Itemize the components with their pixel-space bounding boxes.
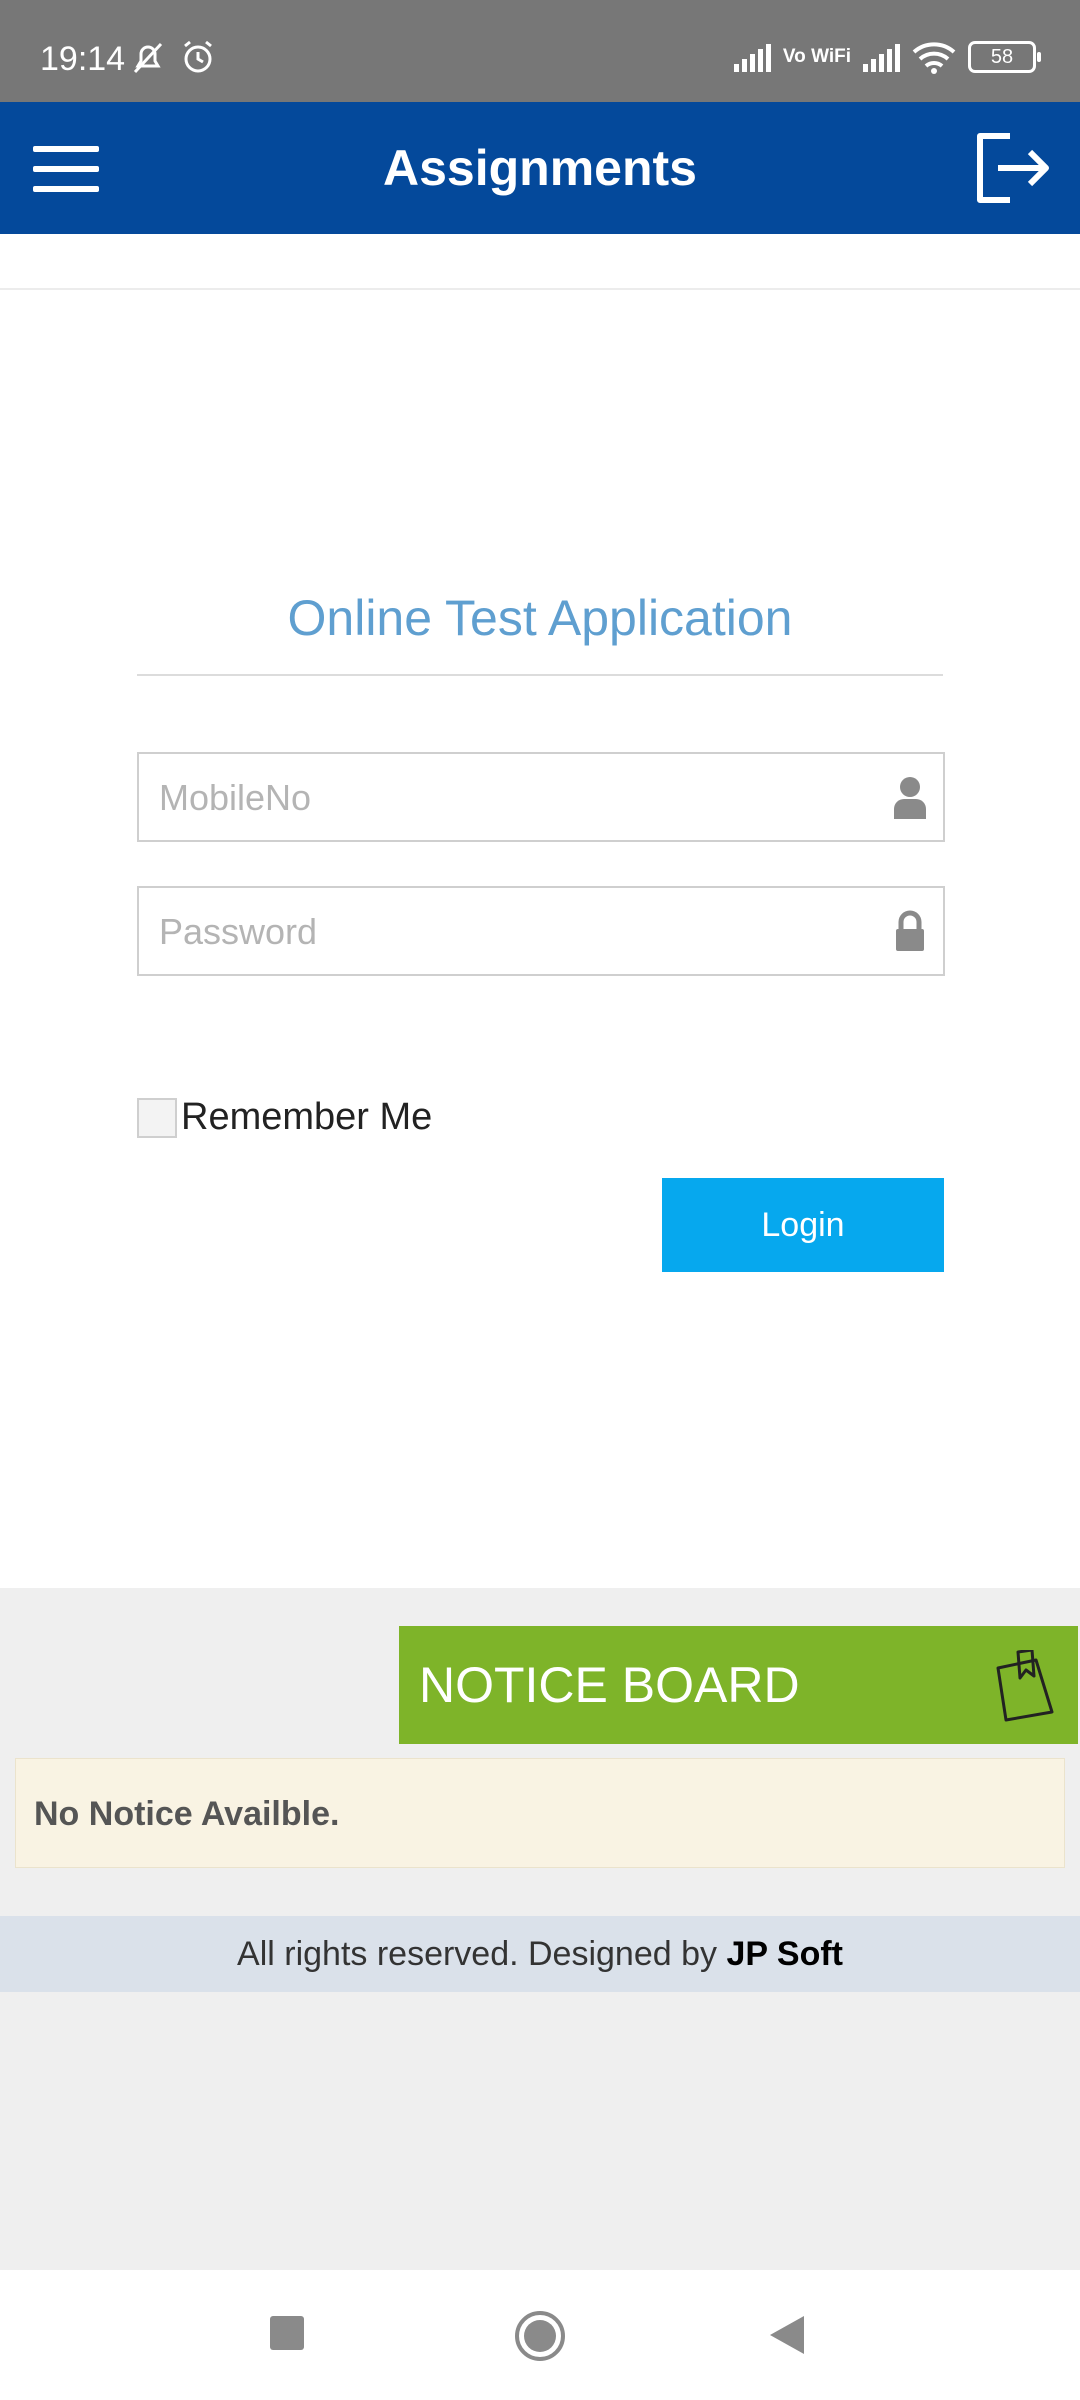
wifi-icon (912, 42, 956, 74)
mobile-input[interactable] (157, 754, 861, 842)
footer-text: All rights reserved. Designed by (237, 1935, 727, 1973)
lock-icon (896, 910, 924, 951)
page-title: Assignments (383, 140, 697, 196)
user-icon (894, 777, 926, 819)
signal-icon-2 (863, 42, 900, 72)
remember-me[interactable]: Remember Me (137, 1096, 432, 1139)
battery-icon: 58 (968, 41, 1041, 73)
mute-bell-icon (133, 42, 163, 74)
home-button[interactable] (514, 2310, 566, 2362)
recents-button[interactable] (270, 2316, 304, 2350)
notice-message: No Notice Availble. (34, 1795, 340, 1833)
divider (0, 288, 1080, 290)
system-nav-bar (0, 2270, 1080, 2400)
login-heading: Online Test Application (287, 590, 793, 646)
heading-divider (137, 674, 943, 676)
back-button[interactable] (768, 2314, 806, 2356)
notice-board-title: NOTICE BOARD (419, 1657, 800, 1713)
status-time: 19:14 (40, 40, 126, 78)
notice-board-header: NOTICE BOARD (399, 1626, 1078, 1744)
login-panel: Online Test Application Remember Me Logi… (0, 234, 1080, 1588)
remember-me-checkbox[interactable] (137, 1097, 177, 1138)
alarm-icon (184, 40, 212, 73)
footer: All rights reserved. Designed by JP Soft (0, 1916, 1080, 1992)
password-field[interactable] (137, 886, 945, 976)
battery-level: 58 (990, 45, 1014, 68)
hamburger-menu-icon[interactable] (33, 146, 99, 192)
logout-icon[interactable] (974, 130, 1052, 206)
remember-me-label: Remember Me (181, 1096, 433, 1138)
app-bar: Assignments (0, 102, 1080, 234)
login-button[interactable]: Login (662, 1178, 944, 1272)
footer-brand: JP Soft (726, 1935, 843, 1973)
signal-icon (733, 42, 771, 72)
notice-icon (996, 1650, 1054, 1722)
notice-body: No Notice Availble. (15, 1758, 1065, 1868)
password-input[interactable] (157, 888, 861, 976)
mobile-field[interactable] (137, 752, 945, 842)
network-label: Vo WiFi (782, 46, 851, 67)
status-bar: 19:14 Vo WiFi 58 (0, 0, 1080, 102)
